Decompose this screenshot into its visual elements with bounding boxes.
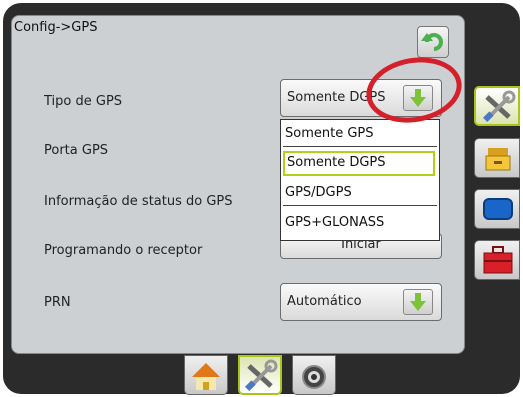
side-tab-display[interactable] [474, 189, 520, 229]
dropdown-option-somente-dgps[interactable]: Somente DGPS [283, 151, 435, 176]
tools-icon [483, 90, 516, 122]
prn-dropdown-button[interactable] [403, 289, 433, 315]
home-icon [192, 363, 220, 390]
back-button[interactable] [417, 26, 449, 58]
side-tab-toolbox[interactable] [474, 240, 520, 280]
gps-type-dropdown-list: Somente GPS Somente DGPS GPS/DGPS GPS+GL… [280, 119, 440, 241]
receiver-programming-label: Programando o receptor [44, 243, 203, 258]
arrow-down-icon [410, 293, 426, 311]
prn-value: Automático [287, 294, 362, 309]
toolbox-icon [483, 246, 513, 274]
gps-type-label: Tipo de GPS [44, 94, 123, 109]
tools-icon [245, 359, 278, 391]
bottom-tab-gps[interactable] [292, 355, 336, 395]
dropdown-option-somente-gps[interactable]: Somente GPS [283, 122, 437, 147]
storage-icon [485, 148, 511, 171]
gps-icon [302, 365, 326, 389]
side-tab-tools[interactable] [474, 86, 520, 126]
back-arrow-icon [421, 33, 443, 51]
display-icon [483, 198, 513, 220]
gps-port-label: Porta GPS [44, 143, 109, 158]
side-tab-storage[interactable] [474, 138, 520, 178]
bottom-tab-tools[interactable] [238, 355, 282, 395]
dropdown-option-gps-glonass[interactable]: GPS+GLONASS [283, 211, 437, 235]
breadcrumb: Config->GPS [14, 20, 98, 35]
prn-label: PRN [44, 295, 71, 310]
prn-select[interactable]: Automático [280, 283, 442, 321]
gps-status-label: Informação de status do GPS [44, 194, 233, 209]
bottom-tab-home[interactable] [184, 355, 228, 395]
dropdown-option-gps-dgps[interactable]: GPS/DGPS [283, 181, 437, 206]
